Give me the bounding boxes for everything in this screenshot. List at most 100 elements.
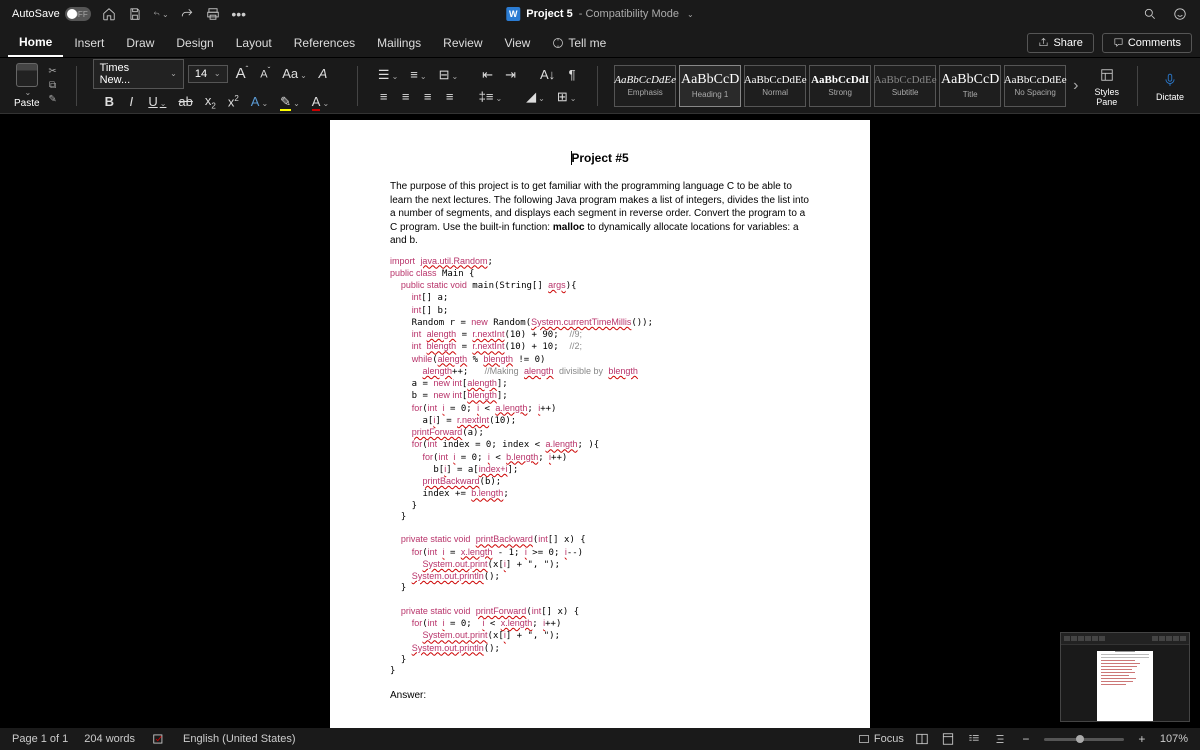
document-canvas[interactable]: Project #5 The purpose of this project i… — [0, 114, 1200, 728]
styles-pane-button[interactable]: Styles Pane — [1088, 64, 1125, 108]
underline-button[interactable]: U⌄ — [144, 92, 170, 111]
size-select[interactable]: 14⌄ — [188, 65, 228, 83]
borders-icon[interactable]: ⊞⌄ — [553, 87, 581, 107]
style-sample: AaBbCcDdEe — [614, 74, 676, 86]
save-icon[interactable] — [127, 6, 143, 22]
redo-icon[interactable] — [179, 6, 195, 22]
share-button[interactable]: Share — [1027, 33, 1093, 53]
strike-button[interactable]: ab — [174, 92, 196, 111]
text-effects-icon[interactable]: A⌄ — [247, 92, 272, 111]
tab-insert[interactable]: Insert — [63, 30, 115, 56]
paste-label: Paste — [14, 98, 40, 109]
zoom-in-icon[interactable]: + — [1134, 731, 1150, 747]
page[interactable]: Project #5 The purpose of this project i… — [330, 120, 870, 728]
comments-button[interactable]: Comments — [1102, 33, 1192, 53]
paste-button[interactable]: ⌄ Paste — [14, 63, 40, 109]
compat-mode: - Compatibility Mode — [579, 8, 679, 20]
align-center-icon[interactable]: ≡ — [397, 87, 415, 106]
answer-label: Answer: — [390, 689, 810, 703]
format-painter-icon[interactable]: ✎ — [46, 94, 60, 105]
comments-label: Comments — [1128, 37, 1181, 49]
tab-view[interactable]: View — [494, 30, 542, 56]
style-sample: AaBbCcDdEe — [874, 74, 937, 86]
style-name: No Spacing — [1014, 88, 1055, 97]
thumbnail-preview[interactable] — [1060, 632, 1190, 722]
subscript-button[interactable]: x2 — [201, 91, 220, 113]
style-nospacing[interactable]: AaBbCcDdEeNo Spacing — [1004, 65, 1066, 107]
multilevel-icon[interactable]: ⊟⌄ — [435, 65, 463, 85]
grow-font-icon[interactable]: Aˆ — [232, 63, 253, 84]
change-case-icon[interactable]: Aa⌄ — [278, 64, 310, 83]
style-strong[interactable]: AaBbCcDdIStrong — [809, 65, 871, 107]
highlight-icon[interactable]: ✎⌄ — [276, 92, 304, 112]
increase-indent-icon[interactable]: ⇥ — [501, 65, 520, 85]
styles-gallery: AaBbCcDdEe Emphasis AaBbCcDHeading 1 AaBb… — [614, 65, 1082, 107]
style-heading1[interactable]: AaBbCcDHeading 1 — [679, 65, 741, 107]
font-name: Times New... — [100, 62, 163, 86]
focus-label: Focus — [874, 733, 904, 745]
font-color-icon[interactable]: A⌄ — [308, 92, 333, 111]
emoji-icon[interactable] — [1172, 6, 1188, 22]
tab-draw[interactable]: Draw — [115, 30, 165, 56]
web-layout-icon[interactable] — [966, 731, 982, 747]
spellcheck-icon[interactable] — [151, 731, 167, 747]
home-icon[interactable] — [101, 6, 117, 22]
style-name: Subtitle — [892, 88, 919, 97]
tab-home[interactable]: Home — [8, 29, 63, 57]
tell-me[interactable]: Tell me — [541, 30, 617, 56]
tab-references[interactable]: References — [283, 30, 366, 56]
print-layout-icon[interactable] — [940, 731, 956, 747]
superscript-button[interactable]: x2 — [224, 92, 243, 111]
style-normal[interactable]: AaBbCcDdEeNormal — [744, 65, 806, 107]
style-title[interactable]: AaBbCcDTitle — [939, 65, 1001, 107]
sort-icon[interactable]: A↓ — [536, 65, 559, 84]
copy-icon[interactable]: ⧉ — [46, 80, 60, 91]
decrease-indent-icon[interactable]: ⇤ — [478, 65, 497, 85]
justify-icon[interactable]: ≡ — [441, 87, 459, 106]
numbering-icon[interactable]: ≡⌄ — [406, 65, 430, 84]
zoom-level[interactable]: 107% — [1160, 733, 1188, 745]
print-icon[interactable] — [205, 6, 221, 22]
tab-layout[interactable]: Layout — [225, 30, 283, 56]
tab-review[interactable]: Review — [432, 30, 493, 56]
search-icon[interactable] — [1142, 6, 1158, 22]
word-count[interactable]: 204 words — [84, 733, 135, 745]
style-emphasis[interactable]: AaBbCcDdEe Emphasis — [614, 65, 676, 107]
autosave-label: AutoSave — [12, 8, 60, 20]
doc-heading: Project #5 — [390, 150, 810, 166]
autosave-toggle[interactable]: OFF — [65, 7, 91, 21]
shrink-font-icon[interactable]: Aˇ — [256, 64, 274, 83]
title-chevron-icon[interactable]: ⌄ — [687, 10, 694, 19]
align-right-icon[interactable]: ≡ — [419, 87, 437, 106]
style-subtitle[interactable]: AaBbCcDdEe Subtitle — [874, 65, 936, 107]
outline-icon[interactable] — [992, 731, 1008, 747]
line-spacing-icon[interactable]: ‡≡⌄ — [475, 87, 507, 106]
style-name: Title — [963, 90, 978, 99]
bullets-icon[interactable]: ☰⌄ — [374, 65, 402, 85]
cut-icon[interactable]: ✂ — [46, 66, 60, 77]
style-name: Normal — [762, 88, 788, 97]
more-icon[interactable]: ••• — [231, 6, 247, 22]
italic-button[interactable]: I — [122, 92, 140, 111]
style-name: Emphasis — [628, 88, 663, 97]
language[interactable]: English (United States) — [183, 733, 296, 745]
read-mode-icon[interactable] — [914, 731, 930, 747]
dictate-button[interactable]: Dictate — [1150, 69, 1190, 103]
styles-pane-label: Styles Pane — [1094, 88, 1119, 108]
styles-more-icon[interactable]: › — [1069, 65, 1082, 107]
undo-icon[interactable]: ⌄ — [153, 6, 169, 22]
tellme-label: Tell me — [568, 36, 606, 50]
show-marks-icon[interactable]: ¶ — [563, 65, 581, 84]
font-select[interactable]: Times New...⌄ — [93, 59, 184, 89]
page-count[interactable]: Page 1 of 1 — [12, 733, 68, 745]
shading-icon[interactable]: ◢⌄ — [522, 87, 549, 107]
style-name: Heading 1 — [692, 90, 728, 99]
tab-mailings[interactable]: Mailings — [366, 30, 432, 56]
align-left-icon[interactable]: ≡ — [375, 87, 393, 106]
bold-button[interactable]: B — [100, 92, 118, 111]
tab-design[interactable]: Design — [165, 30, 224, 56]
zoom-slider[interactable] — [1044, 738, 1124, 741]
clear-format-icon[interactable]: A⃠ — [315, 64, 341, 83]
zoom-out-icon[interactable]: − — [1018, 731, 1034, 747]
focus-mode[interactable]: Focus — [858, 733, 904, 745]
